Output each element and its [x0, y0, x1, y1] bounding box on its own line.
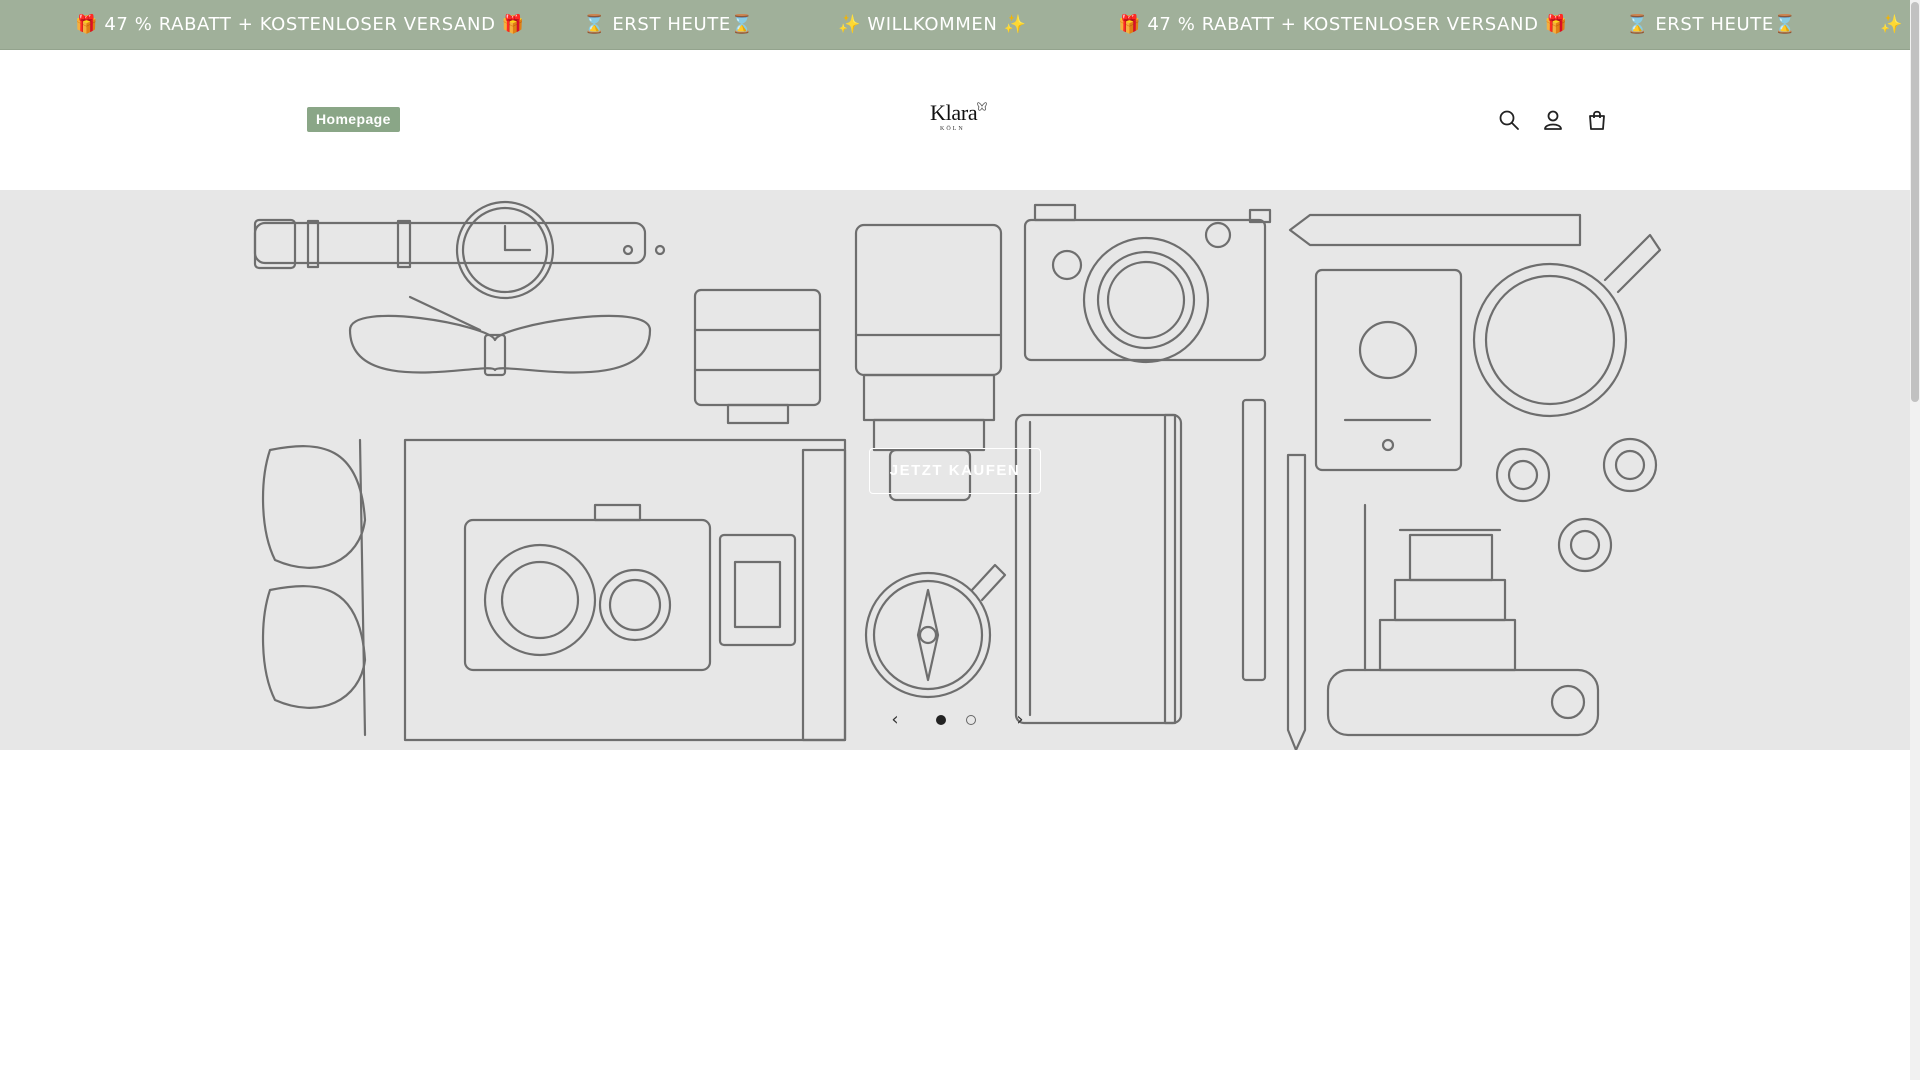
- logo-subtitle: KÖLN: [940, 126, 965, 132]
- shop-now-button[interactable]: JETZT KAUFEN: [869, 448, 1041, 494]
- search-icon[interactable]: [1495, 106, 1523, 134]
- cart-icon[interactable]: [1583, 106, 1611, 134]
- announcement-item: 🎁 47 % RABATT + KOSTENLOSER VERSAND 🎁: [1118, 14, 1568, 35]
- store-logo[interactable]: Klara KÖLN: [928, 98, 992, 138]
- slider-prev-button[interactable]: ‹: [885, 710, 905, 730]
- hero-banner: JETZT KAUFEN ‹ ›: [0, 190, 1910, 750]
- announcement-item: ✨ WILLKOMMEN ✨: [838, 14, 1027, 35]
- account-icon[interactable]: [1539, 106, 1567, 134]
- slider-next-button[interactable]: ›: [1010, 710, 1030, 730]
- butterfly-icon: [977, 102, 987, 111]
- slider-dot-1[interactable]: [936, 715, 946, 725]
- announcement-item: ✨ W: [1880, 14, 1910, 35]
- announcement-item: ⌛ ERST HEUTE⌛: [1626, 14, 1797, 35]
- slider-dot-2[interactable]: [966, 715, 976, 725]
- announcement-item: ⌛ ERST HEUTE⌛: [583, 14, 754, 35]
- site-header: Homepage Klara KÖLN: [0, 50, 1910, 190]
- scrollbar-thumb[interactable]: [1911, 2, 1919, 402]
- logo-wordmark: Klara: [930, 100, 978, 125]
- slider-controls: ‹ ›: [885, 710, 1025, 730]
- nav-link-homepage[interactable]: Homepage: [307, 107, 400, 132]
- announcement-item: 🎁 47 % RABATT + KOSTENLOSER VERSAND 🎁: [75, 14, 525, 35]
- page-scrollbar[interactable]: [1910, 0, 1920, 1080]
- page: 🎁 47 % RABATT + KOSTENLOSER VERSAND 🎁 ⌛ …: [0, 0, 1910, 1080]
- announcement-bar: 🎁 47 % RABATT + KOSTENLOSER VERSAND 🎁 ⌛ …: [0, 0, 1910, 50]
